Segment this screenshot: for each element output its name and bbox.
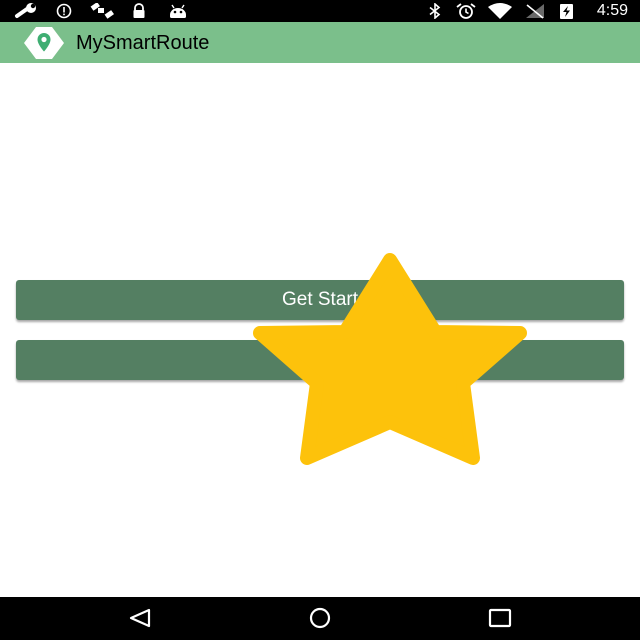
wrench-icon xyxy=(15,3,36,18)
satellite-icon xyxy=(90,3,114,19)
lock-icon xyxy=(133,3,145,18)
status-bar: 4:59 xyxy=(0,0,640,22)
app-title: MySmartRoute xyxy=(76,32,210,54)
back-icon[interactable] xyxy=(127,607,153,629)
wifi-icon xyxy=(488,3,512,19)
navigation-bar xyxy=(0,597,640,640)
map-pin-icon xyxy=(24,27,64,59)
android-icon xyxy=(170,4,186,18)
star-icon xyxy=(253,253,527,465)
no-signal-icon xyxy=(526,4,544,19)
bluetooth-icon xyxy=(429,3,441,19)
info-icon xyxy=(56,3,72,19)
alarm-icon xyxy=(456,3,476,19)
app-bar: MySmartRoute xyxy=(0,22,640,63)
status-time: 4:59 xyxy=(596,2,628,19)
battery-charging-icon xyxy=(560,4,573,19)
home-icon[interactable] xyxy=(305,607,335,629)
recents-icon[interactable] xyxy=(487,607,513,629)
